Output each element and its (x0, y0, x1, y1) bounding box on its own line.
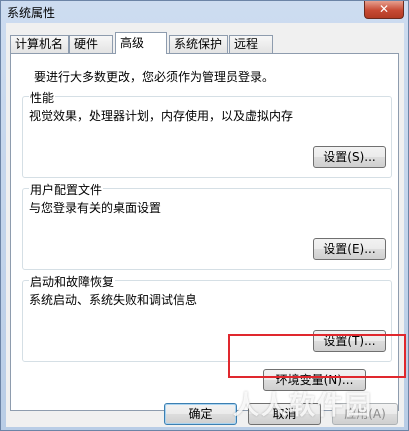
watermark-text: 人人软件园 (233, 391, 374, 421)
user-profiles-group-title: 用户配置文件 (29, 181, 104, 198)
window-title: 系统属性 (7, 6, 56, 20)
performance-group: 性能 视觉效果，处理器计划，内存使用，以及虚拟内存 设置(S)... (22, 89, 392, 178)
tab-hardware[interactable]: 硬件 (69, 35, 113, 53)
user-profiles-settings-button[interactable]: 设置(E)... (313, 238, 386, 260)
tab-strip: 计算机名 硬件 高级 系统保护 远程 (6, 23, 404, 54)
user-profiles-group: 用户配置文件 与您登录有关的桌面设置 设置(E)... (22, 181, 392, 270)
close-button[interactable]: ✕ (364, 1, 404, 19)
admin-notice: 要进行大多数更改，您必须作为管理员登录。 (34, 70, 275, 84)
tab-system-protection[interactable]: 系统保护 (169, 35, 228, 53)
advanced-tab-panel: 要进行大多数更改，您必须作为管理员登录。 性能 视觉效果，处理器计划，内存使用，… (10, 53, 399, 411)
user-profiles-description: 与您登录有关的桌面设置 (29, 201, 162, 215)
startup-recovery-settings-button[interactable]: 设置(T)... (313, 330, 386, 352)
system-properties-window: 系统属性 ✕ 计算机名 硬件 高级 系统保护 远程 要进行大多数更改，您必须作为… (0, 0, 409, 431)
ok-button[interactable]: 确定 (164, 403, 237, 425)
performance-group-title: 性能 (29, 89, 56, 106)
tab-advanced[interactable]: 高级 (115, 32, 167, 54)
tab-computer-name[interactable]: 计算机名 (10, 35, 69, 53)
startup-recovery-description: 系统启动、系统失败和调试信息 (29, 293, 198, 307)
performance-description: 视觉效果，处理器计划，内存使用，以及虚拟内存 (29, 109, 294, 123)
tab-remote[interactable]: 远程 (229, 35, 273, 53)
dialog-client-area: 计算机名 硬件 高级 系统保护 远程 要进行大多数更改，您必须作为管理员登录。 … (6, 23, 404, 427)
startup-recovery-group-title: 启动和故障恢复 (29, 273, 116, 290)
close-icon: ✕ (378, 2, 390, 16)
title-bar[interactable]: 系统属性 ✕ (1, 1, 409, 23)
startup-recovery-group: 启动和故障恢复 系统启动、系统失败和调试信息 设置(T)... (22, 273, 392, 362)
performance-settings-button[interactable]: 设置(S)... (313, 146, 386, 168)
